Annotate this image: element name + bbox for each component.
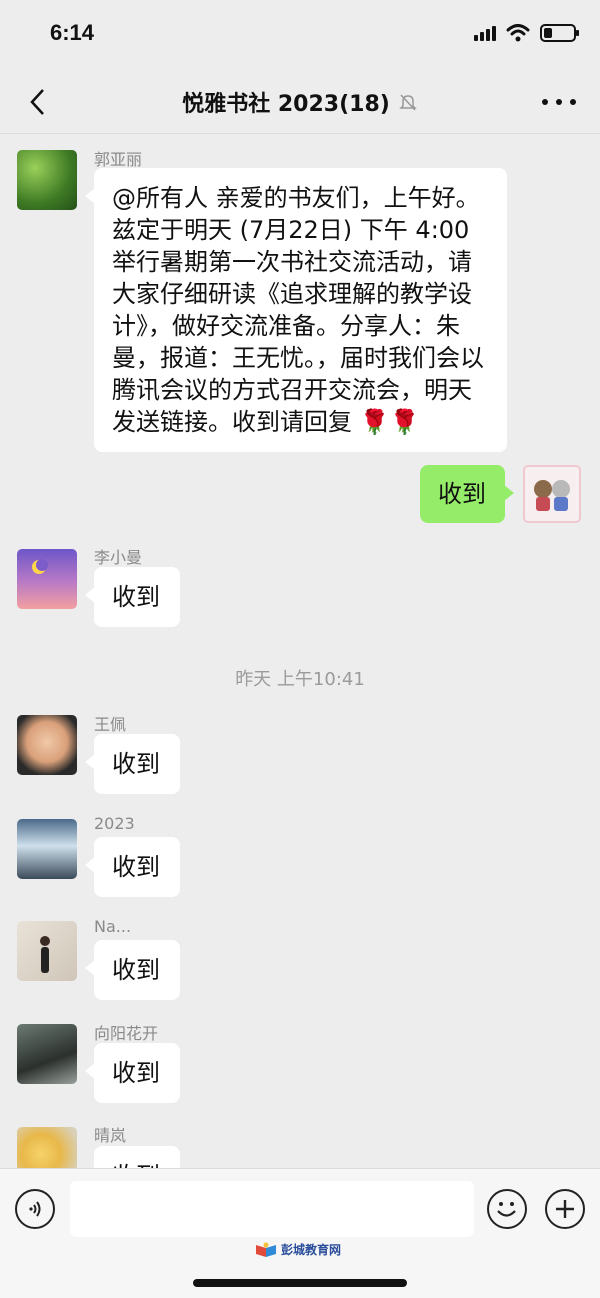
sender-name: 晴岚 bbox=[94, 1126, 127, 1145]
message-bubble[interactable]: 收到 bbox=[85, 837, 180, 897]
sender-name: 郭亚丽 bbox=[94, 150, 143, 169]
timestamp: 昨天 上午10:41 bbox=[235, 669, 365, 690]
signal-icon bbox=[474, 25, 496, 41]
input-bar: 彭城教育网 bbox=[0, 1168, 600, 1298]
avatar[interactable] bbox=[17, 921, 77, 981]
battery-icon bbox=[540, 24, 579, 42]
emoji-button[interactable] bbox=[487, 1189, 527, 1229]
sender-name: 李小曼 bbox=[94, 548, 143, 567]
nav-bar: 悦雅书社 2023(18) bbox=[0, 70, 600, 134]
message-text: 收到 bbox=[112, 583, 160, 611]
moon-icon bbox=[32, 559, 48, 574]
avatar[interactable] bbox=[17, 549, 77, 609]
chat-title: 悦雅书社 2023(18) bbox=[182, 92, 390, 117]
plus-button[interactable] bbox=[545, 1189, 585, 1229]
avatar[interactable] bbox=[17, 819, 77, 879]
message-bubble[interactable]: 收到 bbox=[420, 465, 514, 523]
message-text: 收到 bbox=[112, 1059, 160, 1087]
message-bubble[interactable]: @所有人 亲爱的书友们，上午好。兹定于明天 (7月22日) 下午 4:00举行暑… bbox=[85, 168, 507, 452]
voice-icon bbox=[29, 1201, 41, 1217]
mute-bell-icon bbox=[399, 94, 417, 111]
sender-name: Na... bbox=[94, 917, 132, 936]
home-indicator[interactable] bbox=[193, 1279, 407, 1287]
avatar[interactable] bbox=[17, 1127, 77, 1168]
message-text: 收到 bbox=[112, 750, 160, 778]
message-bubble[interactable]: 收到 bbox=[85, 567, 180, 627]
avatar[interactable] bbox=[523, 465, 581, 523]
avatar[interactable] bbox=[17, 1024, 77, 1084]
plus-icon bbox=[556, 1200, 574, 1218]
title-area: 悦雅书社 2023(18) bbox=[0, 86, 600, 118]
sender-name: 向阳花开 bbox=[94, 1024, 159, 1043]
message-text: 收到 bbox=[438, 480, 486, 508]
rose-icon: 🌹🌹 bbox=[359, 408, 420, 436]
avatar[interactable] bbox=[17, 150, 77, 210]
message-input[interactable] bbox=[70, 1181, 474, 1237]
sender-name: 2023 bbox=[94, 814, 135, 833]
status-time: 6:14 bbox=[50, 20, 95, 45]
cartoon-avatar-icon bbox=[534, 480, 570, 511]
message-text: 收到 bbox=[112, 853, 160, 881]
person-figure-icon bbox=[40, 936, 50, 973]
chat-area[interactable]: 郭亚丽 @所有人 亲爱的书友们，上午好。兹定于明天 (7月22日) 下午 4:0… bbox=[0, 135, 600, 1168]
sender-name: 王佩 bbox=[94, 715, 127, 734]
emoji-icon bbox=[497, 1202, 516, 1217]
status-icons bbox=[474, 24, 579, 42]
watermark: 彭城教育网 bbox=[255, 1241, 341, 1258]
message-bubble[interactable]: 收到 bbox=[85, 940, 180, 1000]
watermark-text: 彭城教育网 bbox=[281, 1243, 342, 1257]
message-bubble[interactable]: 收到 bbox=[85, 1043, 180, 1103]
voice-button[interactable] bbox=[15, 1189, 55, 1229]
avatar[interactable] bbox=[17, 715, 77, 775]
message-bubble[interactable]: 收到 bbox=[85, 1146, 180, 1168]
more-icon bbox=[542, 99, 548, 105]
message-text: @所有人 亲爱的书友们，上午好。兹定于明天 (7月22日) 下午 4:00举行暑… bbox=[112, 184, 484, 436]
book-logo-icon bbox=[256, 1242, 276, 1257]
wifi-icon bbox=[506, 24, 530, 42]
status-bar: 6:14 bbox=[0, 0, 600, 70]
more-button[interactable] bbox=[542, 90, 576, 114]
message-bubble[interactable]: 收到 bbox=[85, 734, 180, 794]
message-text: 收到 bbox=[112, 956, 160, 984]
